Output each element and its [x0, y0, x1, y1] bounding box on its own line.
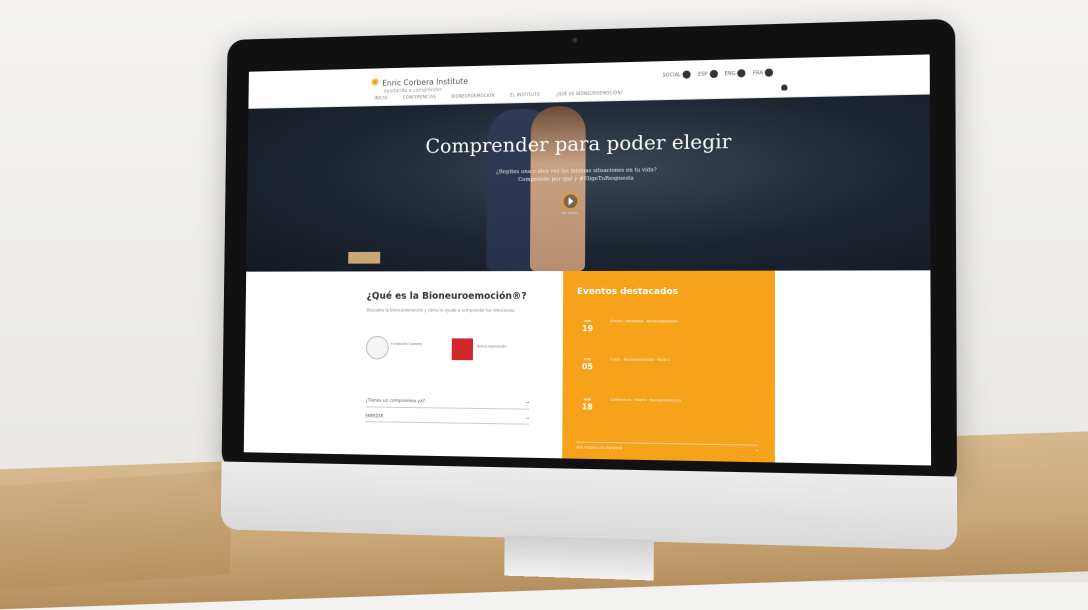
globe-icon: [737, 69, 746, 78]
question-link[interactable]: ¿Tienes un compromiso ya? →: [365, 398, 530, 410]
about-text: Descubre la bioneuroemoción y cómo te ay…: [366, 307, 516, 313]
start-link[interactable]: EMPEZAR →: [365, 413, 529, 425]
camera-icon: [572, 37, 578, 43]
badge-label: Bioneuroemoción: [476, 344, 507, 349]
arrow-right-icon: →: [755, 448, 759, 453]
monitor-stand: [504, 535, 654, 581]
about-block: ¿Qué es la Bioneuroemoción®? Descubre la…: [365, 290, 549, 425]
arrow-right-icon: →: [525, 415, 529, 421]
user-icon[interactable]: [781, 84, 788, 91]
events-heading: Eventos destacados: [576, 286, 679, 298]
event-item[interactable]: MAR 18 Conferencia · Madrid · Bioneuroemo…: [576, 395, 758, 411]
event-date: MAR 18: [581, 397, 593, 412]
language-switcher: SOCIAL ESP ENG FRA: [662, 68, 774, 79]
all-events-link[interactable]: VER TODOS LOS EVENTOS →: [576, 441, 759, 453]
hero-title: Comprender para poder elegir: [425, 128, 732, 158]
event-text: Curso · Bioneuroemoción · Nivel 1: [610, 357, 671, 362]
play-label: Ver vídeo: [561, 211, 578, 216]
badge-icon: [451, 338, 474, 361]
logo-name: Enric Corbera Institute: [382, 76, 468, 88]
globe-icon: [709, 69, 718, 79]
nav-item-inicio[interactable]: INICIO: [374, 95, 387, 100]
globe-icon: [764, 68, 774, 77]
content-section: ¿Qué es la Bioneuroemoción®? Descubre la…: [244, 270, 931, 465]
wooden-tray: [0, 469, 230, 591]
lang-fra[interactable]: FRA: [753, 68, 774, 77]
woman-figure: [529, 105, 586, 272]
event-date: ENE 19: [582, 319, 594, 334]
event-item[interactable]: ENE 19 Evento · Barcelona · Bioneuroemoci…: [577, 317, 759, 333]
hero-banner: Comprender para poder elegir ¿Repites un…: [246, 94, 931, 272]
arrow-right-icon: →: [525, 400, 530, 406]
star-icon: ✺: [370, 76, 380, 89]
seal-label: Fundación Corbera: [390, 341, 423, 347]
nav-item-bioneuroemocion[interactable]: BIONEUROEMOCIÓN: [451, 93, 494, 99]
lang-social[interactable]: SOCIAL: [662, 70, 691, 79]
event-date: FEB 05: [581, 357, 594, 372]
lamp-shape: [348, 251, 381, 264]
imac-monitor: ✺ Enric Corbera Institute ayudando a comp…: [220, 18, 958, 581]
lang-eng[interactable]: ENG: [725, 69, 746, 78]
event-text: Evento · Barcelona · Bioneuroemoción: [610, 319, 678, 324]
event-item[interactable]: FEB 05 Curso · Bioneuroemoción · Nivel 1: [577, 355, 759, 371]
event-text: Conferencia · Madrid · Bioneuroemoción: [610, 397, 681, 403]
about-heading: ¿Qué es la Bioneuroemoción®?: [366, 290, 527, 302]
social-icon: [682, 70, 691, 79]
nav-item-instituto[interactable]: EL INSTITUTO: [510, 92, 540, 98]
seal-icon: [365, 335, 389, 360]
nav-item-conferencias[interactable]: CONFERENCIAS: [403, 94, 436, 100]
events-panel: Eventos destacados ENE 19 Evento · Barcel…: [562, 270, 775, 464]
monitor-bezel: ✺ Enric Corbera Institute ayudando a comp…: [221, 18, 957, 485]
lang-esp[interactable]: ESP: [698, 69, 718, 79]
website-screen: ✺ Enric Corbera Institute ayudando a comp…: [243, 54, 932, 466]
site-logo[interactable]: ✺ Enric Corbera Institute ayudando a comp…: [371, 74, 468, 95]
nav-item-que-es[interactable]: ¿QUÉ ES BIONEUROEMOCIÓN?: [556, 90, 623, 96]
hero-subtitle: ¿Repites una y otra vez las mismas situa…: [496, 167, 657, 184]
